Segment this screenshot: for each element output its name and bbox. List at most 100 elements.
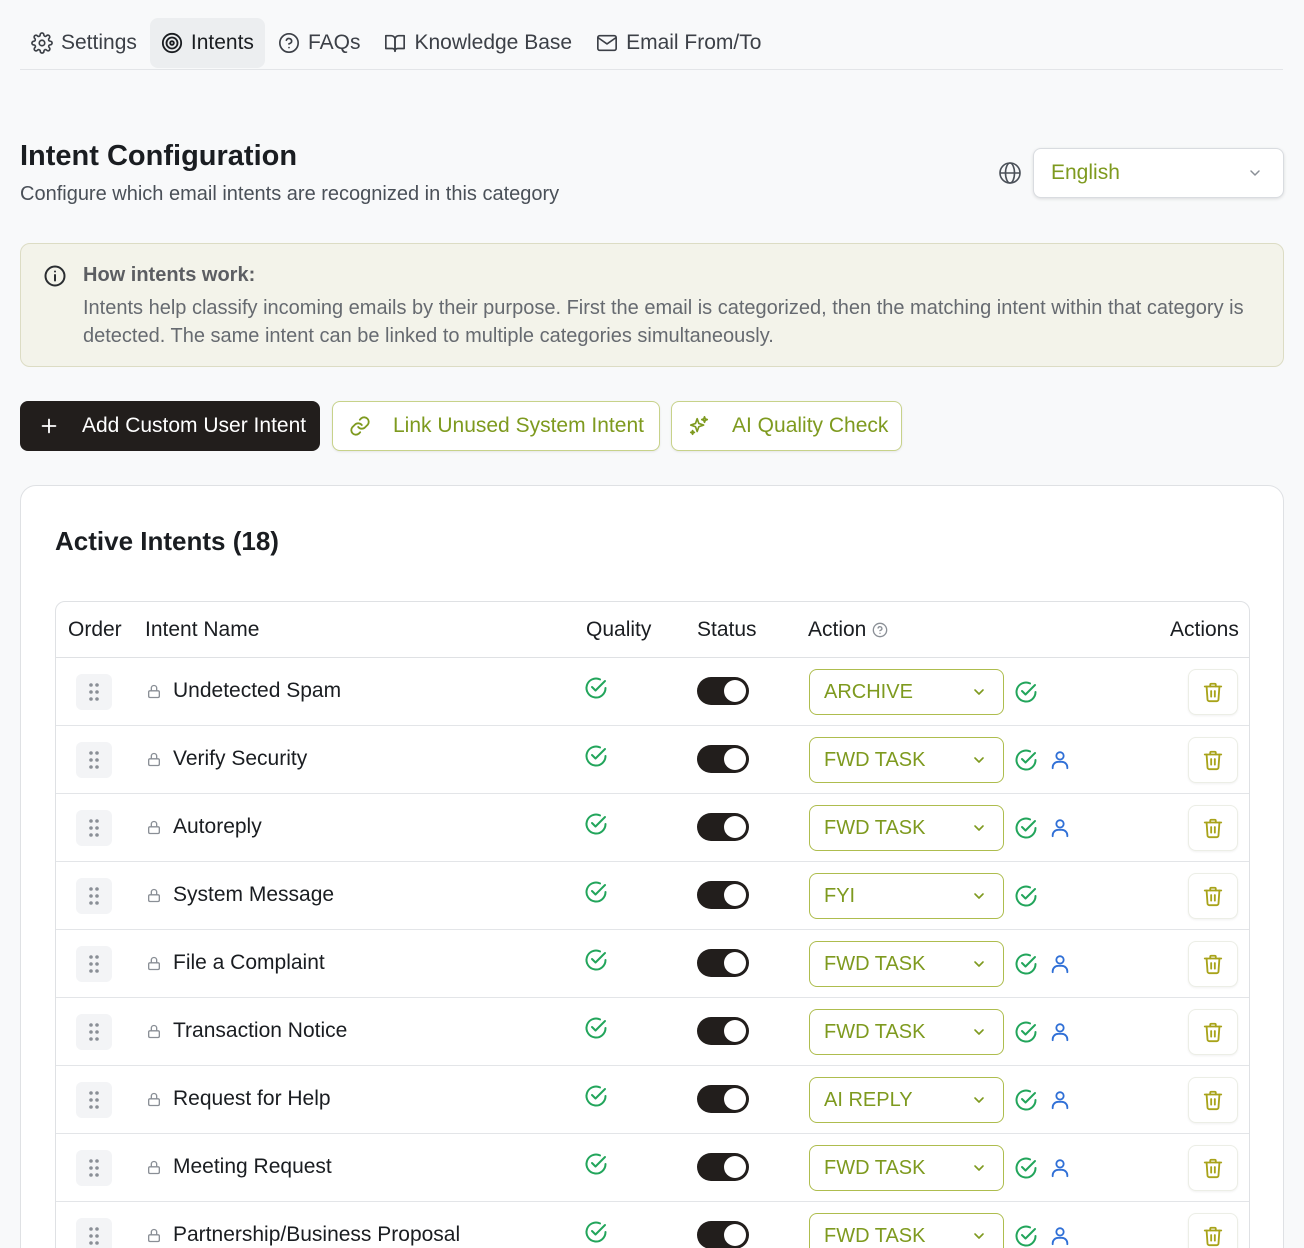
user-icon xyxy=(1049,1021,1071,1043)
tab-email-from-to[interactable]: Email From/To xyxy=(585,18,772,68)
delete-button[interactable] xyxy=(1188,669,1238,715)
action-select[interactable]: FWD TASK xyxy=(809,805,1004,851)
delete-button[interactable] xyxy=(1188,873,1238,919)
drag-handle[interactable] xyxy=(76,1014,112,1050)
help-icon[interactable] xyxy=(872,622,888,638)
link-system-intent-button[interactable]: Link Unused System Intent xyxy=(332,401,660,451)
action-check-icon xyxy=(1014,1020,1038,1044)
trash-icon xyxy=(1202,885,1224,907)
user-icon xyxy=(1049,953,1071,975)
delete-button[interactable] xyxy=(1188,805,1238,851)
grip-icon xyxy=(89,1227,99,1245)
intent-name: Transaction Notice xyxy=(173,1019,348,1042)
ai-quality-check-button[interactable]: AI Quality Check xyxy=(671,401,902,451)
status-toggle[interactable] xyxy=(697,745,749,773)
status-toggle[interactable] xyxy=(697,949,749,977)
status-toggle[interactable] xyxy=(697,1085,749,1113)
chevron-down-icon xyxy=(971,820,987,836)
action-value: ARCHIVE xyxy=(824,680,913,703)
user-icon xyxy=(1049,1225,1071,1247)
status-toggle[interactable] xyxy=(697,813,749,841)
info-title: How intents work: xyxy=(83,264,256,286)
grip-icon xyxy=(89,887,99,905)
intent-name: File a Complaint xyxy=(173,951,325,974)
tab-settings[interactable]: Settings xyxy=(20,18,148,68)
tab-bar: Settings Intents FAQs Knowledge Base Ema… xyxy=(20,18,1283,70)
tab-label: Settings xyxy=(61,31,137,54)
tab-faqs[interactable]: FAQs xyxy=(267,18,372,68)
chevron-down-icon xyxy=(971,1160,987,1176)
globe-icon xyxy=(998,161,1022,185)
action-select[interactable]: FYI xyxy=(809,873,1004,919)
table-row: Undetected Spam ARCHIVE xyxy=(56,658,1249,726)
action-select[interactable]: ARCHIVE xyxy=(809,669,1004,715)
info-box: How intents work: Intents help classify … xyxy=(20,243,1284,367)
language-select[interactable]: English xyxy=(1033,148,1284,198)
add-custom-intent-button[interactable]: Add Custom User Intent xyxy=(20,401,320,451)
intent-name: Request for Help xyxy=(173,1087,331,1110)
drag-handle[interactable] xyxy=(76,946,112,982)
delete-button[interactable] xyxy=(1188,1213,1238,1248)
drag-handle[interactable] xyxy=(76,674,112,710)
help-circle-icon xyxy=(278,32,300,54)
trash-icon xyxy=(1202,1157,1224,1179)
action-check-icon xyxy=(1014,1088,1038,1112)
delete-button[interactable] xyxy=(1188,941,1238,987)
action-value: FWD TASK xyxy=(824,1224,926,1247)
status-toggle[interactable] xyxy=(697,1017,749,1045)
action-check-icon xyxy=(1014,748,1038,772)
chevron-down-icon xyxy=(971,752,987,768)
tab-knowledge-base[interactable]: Knowledge Base xyxy=(373,18,583,68)
drag-handle[interactable] xyxy=(76,1218,112,1248)
action-select[interactable]: FWD TASK xyxy=(809,1213,1004,1248)
delete-button[interactable] xyxy=(1188,1145,1238,1191)
language-value: English xyxy=(1051,161,1120,184)
gear-icon xyxy=(31,32,53,54)
chevron-down-icon xyxy=(1247,165,1263,181)
trash-icon xyxy=(1202,817,1224,839)
tab-intents[interactable]: Intents xyxy=(149,18,265,68)
status-toggle[interactable] xyxy=(697,881,749,909)
page-subtitle: Configure which email intents are recogn… xyxy=(20,183,560,205)
drag-handle[interactable] xyxy=(76,1082,112,1118)
table-row: Verify Security FWD TASK xyxy=(56,726,1249,794)
lock-icon xyxy=(146,1227,162,1244)
action-select[interactable]: FWD TASK xyxy=(809,1009,1004,1055)
grip-icon xyxy=(89,683,99,701)
delete-button[interactable] xyxy=(1188,1009,1238,1055)
table-row: Request for Help AI REPLY xyxy=(56,1066,1249,1134)
status-toggle[interactable] xyxy=(697,1221,749,1248)
action-select[interactable]: FWD TASK xyxy=(809,737,1004,783)
chevron-down-icon xyxy=(971,684,987,700)
quality-check-icon xyxy=(584,812,608,836)
status-toggle[interactable] xyxy=(697,677,749,705)
delete-button[interactable] xyxy=(1188,737,1238,783)
chevron-down-icon xyxy=(971,1024,987,1040)
lock-icon xyxy=(146,1091,162,1108)
trash-icon xyxy=(1202,953,1224,975)
book-icon xyxy=(384,32,406,54)
action-check-icon xyxy=(1014,1224,1038,1248)
action-select[interactable]: FWD TASK xyxy=(809,941,1004,987)
intent-name: Verify Security xyxy=(173,747,308,770)
link-icon xyxy=(349,415,371,437)
quality-check-icon xyxy=(584,948,608,972)
drag-handle[interactable] xyxy=(76,1150,112,1186)
lock-icon xyxy=(146,955,162,972)
delete-button[interactable] xyxy=(1188,1077,1238,1123)
grip-icon xyxy=(89,1023,99,1041)
intent-name: Undetected Spam xyxy=(173,679,342,702)
action-check-icon xyxy=(1014,816,1038,840)
status-toggle[interactable] xyxy=(697,1153,749,1181)
header-status: Status xyxy=(697,618,757,641)
drag-handle[interactable] xyxy=(76,810,112,846)
table-row: Autoreply FWD TASK xyxy=(56,794,1249,862)
lock-icon xyxy=(146,1159,162,1176)
action-select[interactable]: AI REPLY xyxy=(809,1077,1004,1123)
info-text: Intents help classify incoming emails by… xyxy=(83,297,1244,347)
drag-handle[interactable] xyxy=(76,878,112,914)
action-select[interactable]: FWD TASK xyxy=(809,1145,1004,1191)
action-check-icon xyxy=(1014,1156,1038,1180)
drag-handle[interactable] xyxy=(76,742,112,778)
intents-table: Order Intent Name Quality Status Action … xyxy=(55,601,1250,1248)
